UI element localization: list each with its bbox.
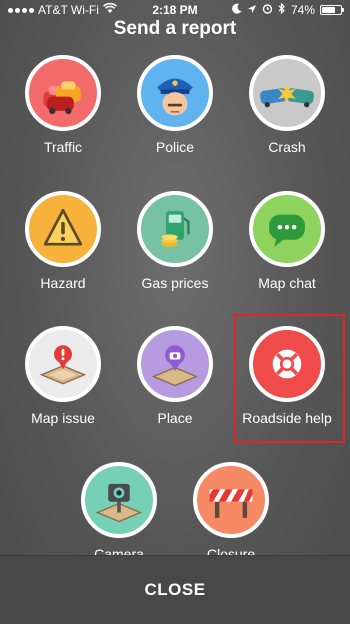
- moon-icon: [232, 3, 242, 17]
- report-police[interactable]: Police: [120, 55, 230, 155]
- map-issue-circle[interactable]: [25, 326, 101, 402]
- police-label: Police: [155, 139, 195, 155]
- report-map-issue[interactable]: Map issue: [8, 326, 118, 426]
- traffic-icon: [43, 81, 81, 115]
- report-map-chat[interactable]: Map chat: [232, 191, 342, 291]
- report-closure[interactable]: Closure: [176, 462, 286, 562]
- close-button[interactable]: CLOSE: [0, 555, 350, 624]
- police-circle[interactable]: [137, 55, 213, 131]
- place-circle[interactable]: [137, 326, 213, 402]
- selection-highlight: [234, 314, 345, 443]
- report-traffic[interactable]: Traffic: [8, 55, 118, 155]
- battery-fill: [322, 7, 335, 13]
- location-icon: [247, 3, 257, 17]
- place-icon: [151, 345, 199, 387]
- crash-circle[interactable]: [249, 55, 325, 131]
- crash-icon: [259, 84, 315, 108]
- map-issue-icon: [39, 345, 87, 385]
- map-chat-circle[interactable]: [249, 191, 325, 267]
- gas-prices-circle[interactable]: [137, 191, 213, 267]
- battery-percent: 74%: [290, 3, 315, 17]
- report-hazard[interactable]: Hazard: [8, 191, 118, 291]
- gas-prices-icon: [161, 211, 190, 247]
- report-camera[interactable]: Camera: [64, 462, 174, 562]
- map-chat-icon: [269, 214, 305, 247]
- closure-icon: [209, 489, 253, 518]
- battery-icon: [320, 5, 344, 15]
- map-chat-label: Map chat: [258, 275, 316, 291]
- hazard-icon: [43, 208, 83, 246]
- status-right: 74%: [232, 2, 344, 17]
- hazard-label: Hazard: [40, 275, 86, 291]
- police-icon: [157, 78, 193, 116]
- close-label: CLOSE: [144, 580, 206, 599]
- closure-circle[interactable]: [193, 462, 269, 538]
- status-bar: AT&T Wi-Fi 2:18 PM 74%: [0, 0, 350, 20]
- page-title: Send a report: [113, 18, 237, 39]
- crash-label: Crash: [268, 139, 306, 155]
- report-crash[interactable]: Crash: [232, 55, 342, 155]
- report-place[interactable]: Place: [120, 326, 230, 426]
- camera-circle[interactable]: [81, 462, 157, 538]
- hazard-circle[interactable]: [25, 191, 101, 267]
- traffic-label: Traffic: [43, 139, 83, 155]
- place-label: Place: [157, 410, 193, 426]
- traffic-circle[interactable]: [25, 55, 101, 131]
- alarm-icon: [262, 3, 273, 17]
- report-gas-prices[interactable]: Gas prices: [120, 191, 230, 291]
- gas-prices-label: Gas prices: [141, 275, 209, 291]
- camera-icon: [95, 483, 143, 523]
- bluetooth-icon: [278, 2, 286, 17]
- map-issue-label: Map issue: [31, 410, 95, 426]
